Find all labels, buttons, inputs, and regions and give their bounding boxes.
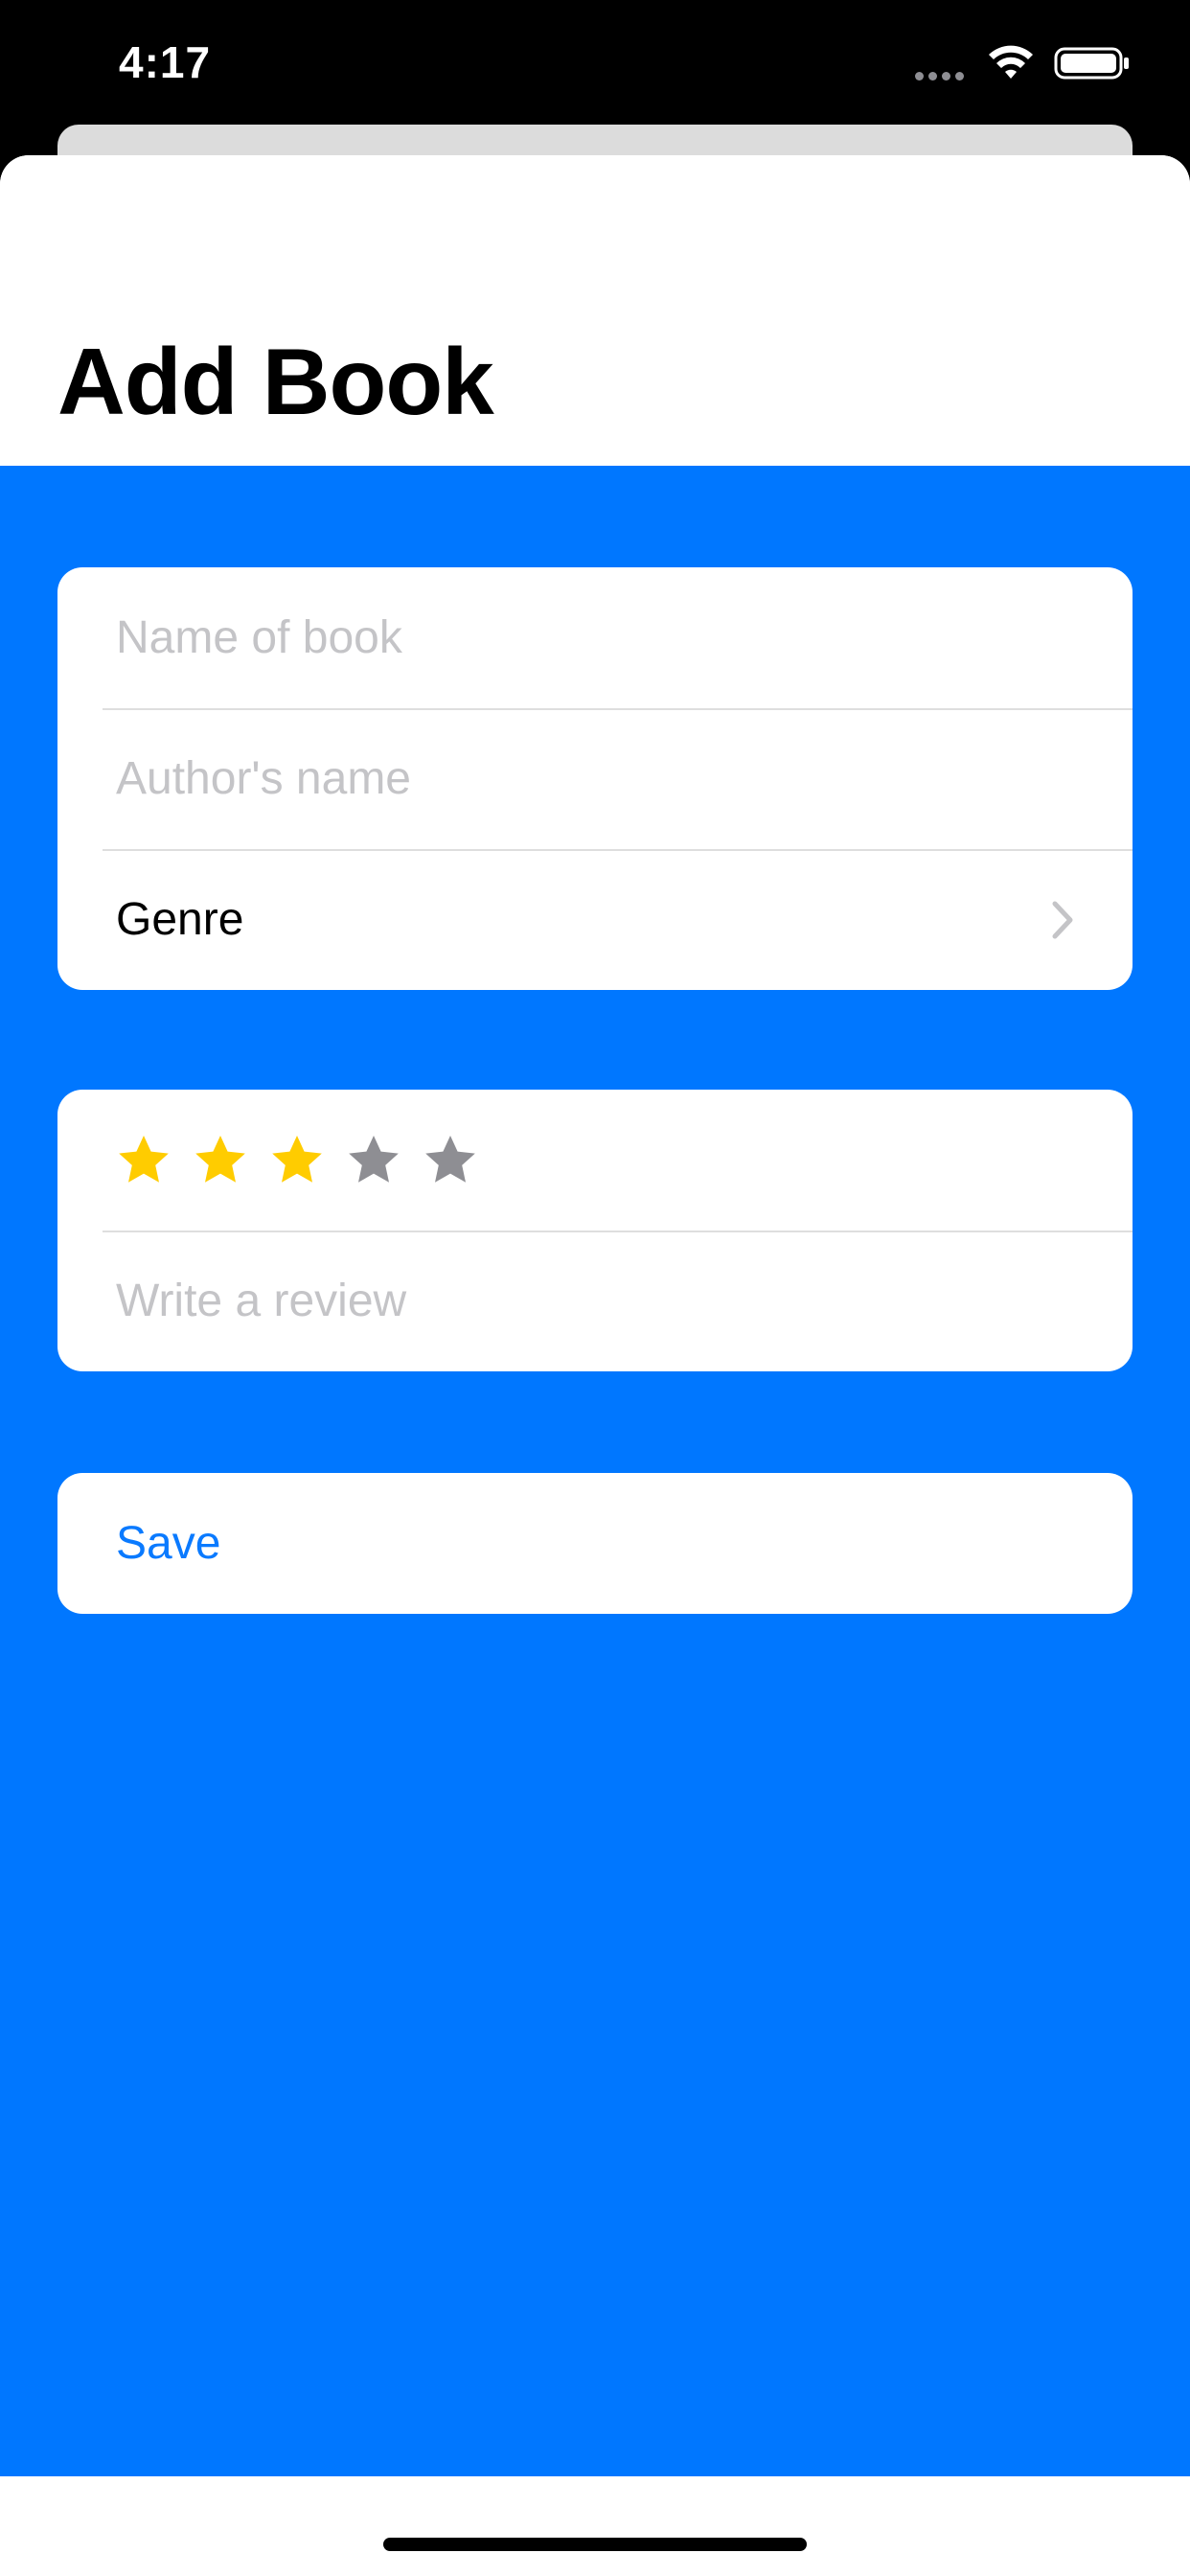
author-name-input[interactable] bbox=[116, 752, 1074, 805]
save-section: Save bbox=[57, 1473, 1133, 1614]
review-row bbox=[57, 1230, 1133, 1371]
battery-icon bbox=[1054, 47, 1129, 80]
genre-label: Genre bbox=[116, 894, 244, 945]
star-filled-icon[interactable] bbox=[193, 1133, 248, 1188]
review-section bbox=[57, 1090, 1133, 1371]
star-filled-icon[interactable] bbox=[269, 1133, 325, 1188]
star-empty-icon[interactable] bbox=[423, 1133, 478, 1188]
star-filled-icon[interactable] bbox=[116, 1133, 172, 1188]
book-name-input[interactable] bbox=[116, 611, 1074, 664]
home-indicator bbox=[383, 2538, 807, 2551]
page-title: Add Book bbox=[57, 329, 494, 434]
signal-dots-icon bbox=[915, 72, 964, 80]
navigation-header: Add Book bbox=[0, 155, 1190, 466]
star-empty-icon[interactable] bbox=[346, 1133, 401, 1188]
book-name-row bbox=[57, 567, 1133, 708]
save-label: Save bbox=[116, 1518, 221, 1569]
chevron-right-icon bbox=[1052, 901, 1073, 938]
status-time: 4:17 bbox=[119, 37, 212, 87]
home-indicator-area bbox=[0, 2476, 1190, 2576]
save-button[interactable]: Save bbox=[57, 1473, 1133, 1614]
review-input[interactable] bbox=[116, 1275, 1074, 1327]
status-bar: 4:17 bbox=[0, 0, 1190, 134]
form-background: Genre Save bbox=[0, 466, 1190, 2476]
star-rating bbox=[116, 1133, 478, 1188]
add-book-sheet: Add Book Genre bbox=[0, 155, 1190, 2576]
rating-row bbox=[57, 1090, 1133, 1230]
wifi-icon bbox=[989, 45, 1033, 79]
author-name-row bbox=[57, 708, 1133, 849]
genre-picker[interactable]: Genre bbox=[57, 849, 1133, 990]
book-info-section: Genre bbox=[57, 567, 1133, 990]
